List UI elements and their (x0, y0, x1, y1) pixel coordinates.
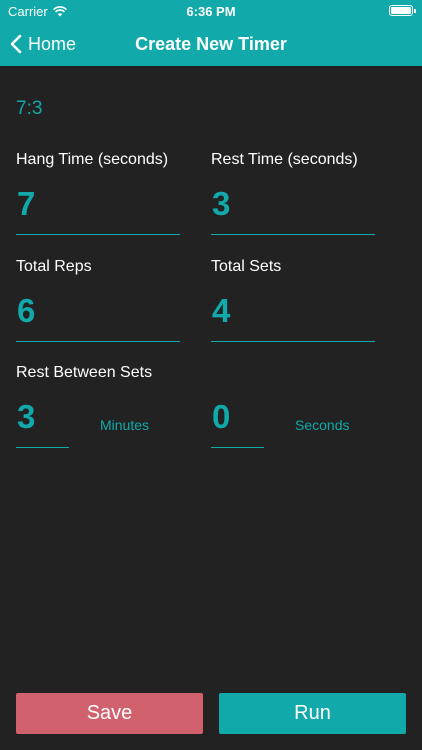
battery-icon (389, 5, 416, 16)
hang-time-field[interactable]: 7 (16, 185, 180, 235)
rest-time-field[interactable]: 3 (211, 185, 375, 235)
rest-minutes-field[interactable]: 3 (16, 398, 69, 448)
nav-bar: Home Create New Timer (0, 22, 422, 66)
rest-between-sets-label: Rest Between Sets (16, 364, 153, 381)
total-reps-label: Total Reps (16, 258, 92, 275)
rest-time-label: Rest Time (seconds) (211, 151, 358, 168)
ratio-display: 7:3 (16, 98, 43, 119)
status-time: 6:36 PM (186, 4, 236, 19)
run-button[interactable]: Run (219, 693, 406, 734)
page-title: Create New Timer (135, 34, 287, 54)
hang-time-label: Hang Time (seconds) (16, 151, 169, 168)
save-button[interactable]: Save (16, 693, 203, 734)
minutes-unit-label: Minutes (100, 417, 150, 433)
rest-seconds-field[interactable]: 0 (211, 398, 264, 448)
total-sets-label: Total Sets (211, 258, 282, 275)
status-bar: Carrier 6:36 PM (0, 0, 422, 22)
total-sets-field[interactable]: 4 (211, 292, 375, 342)
run-button-label: Run (294, 702, 331, 724)
total-reps-field[interactable]: 6 (16, 292, 180, 342)
save-button-label: Save (86, 702, 133, 724)
seconds-unit-label: Seconds (295, 417, 350, 433)
